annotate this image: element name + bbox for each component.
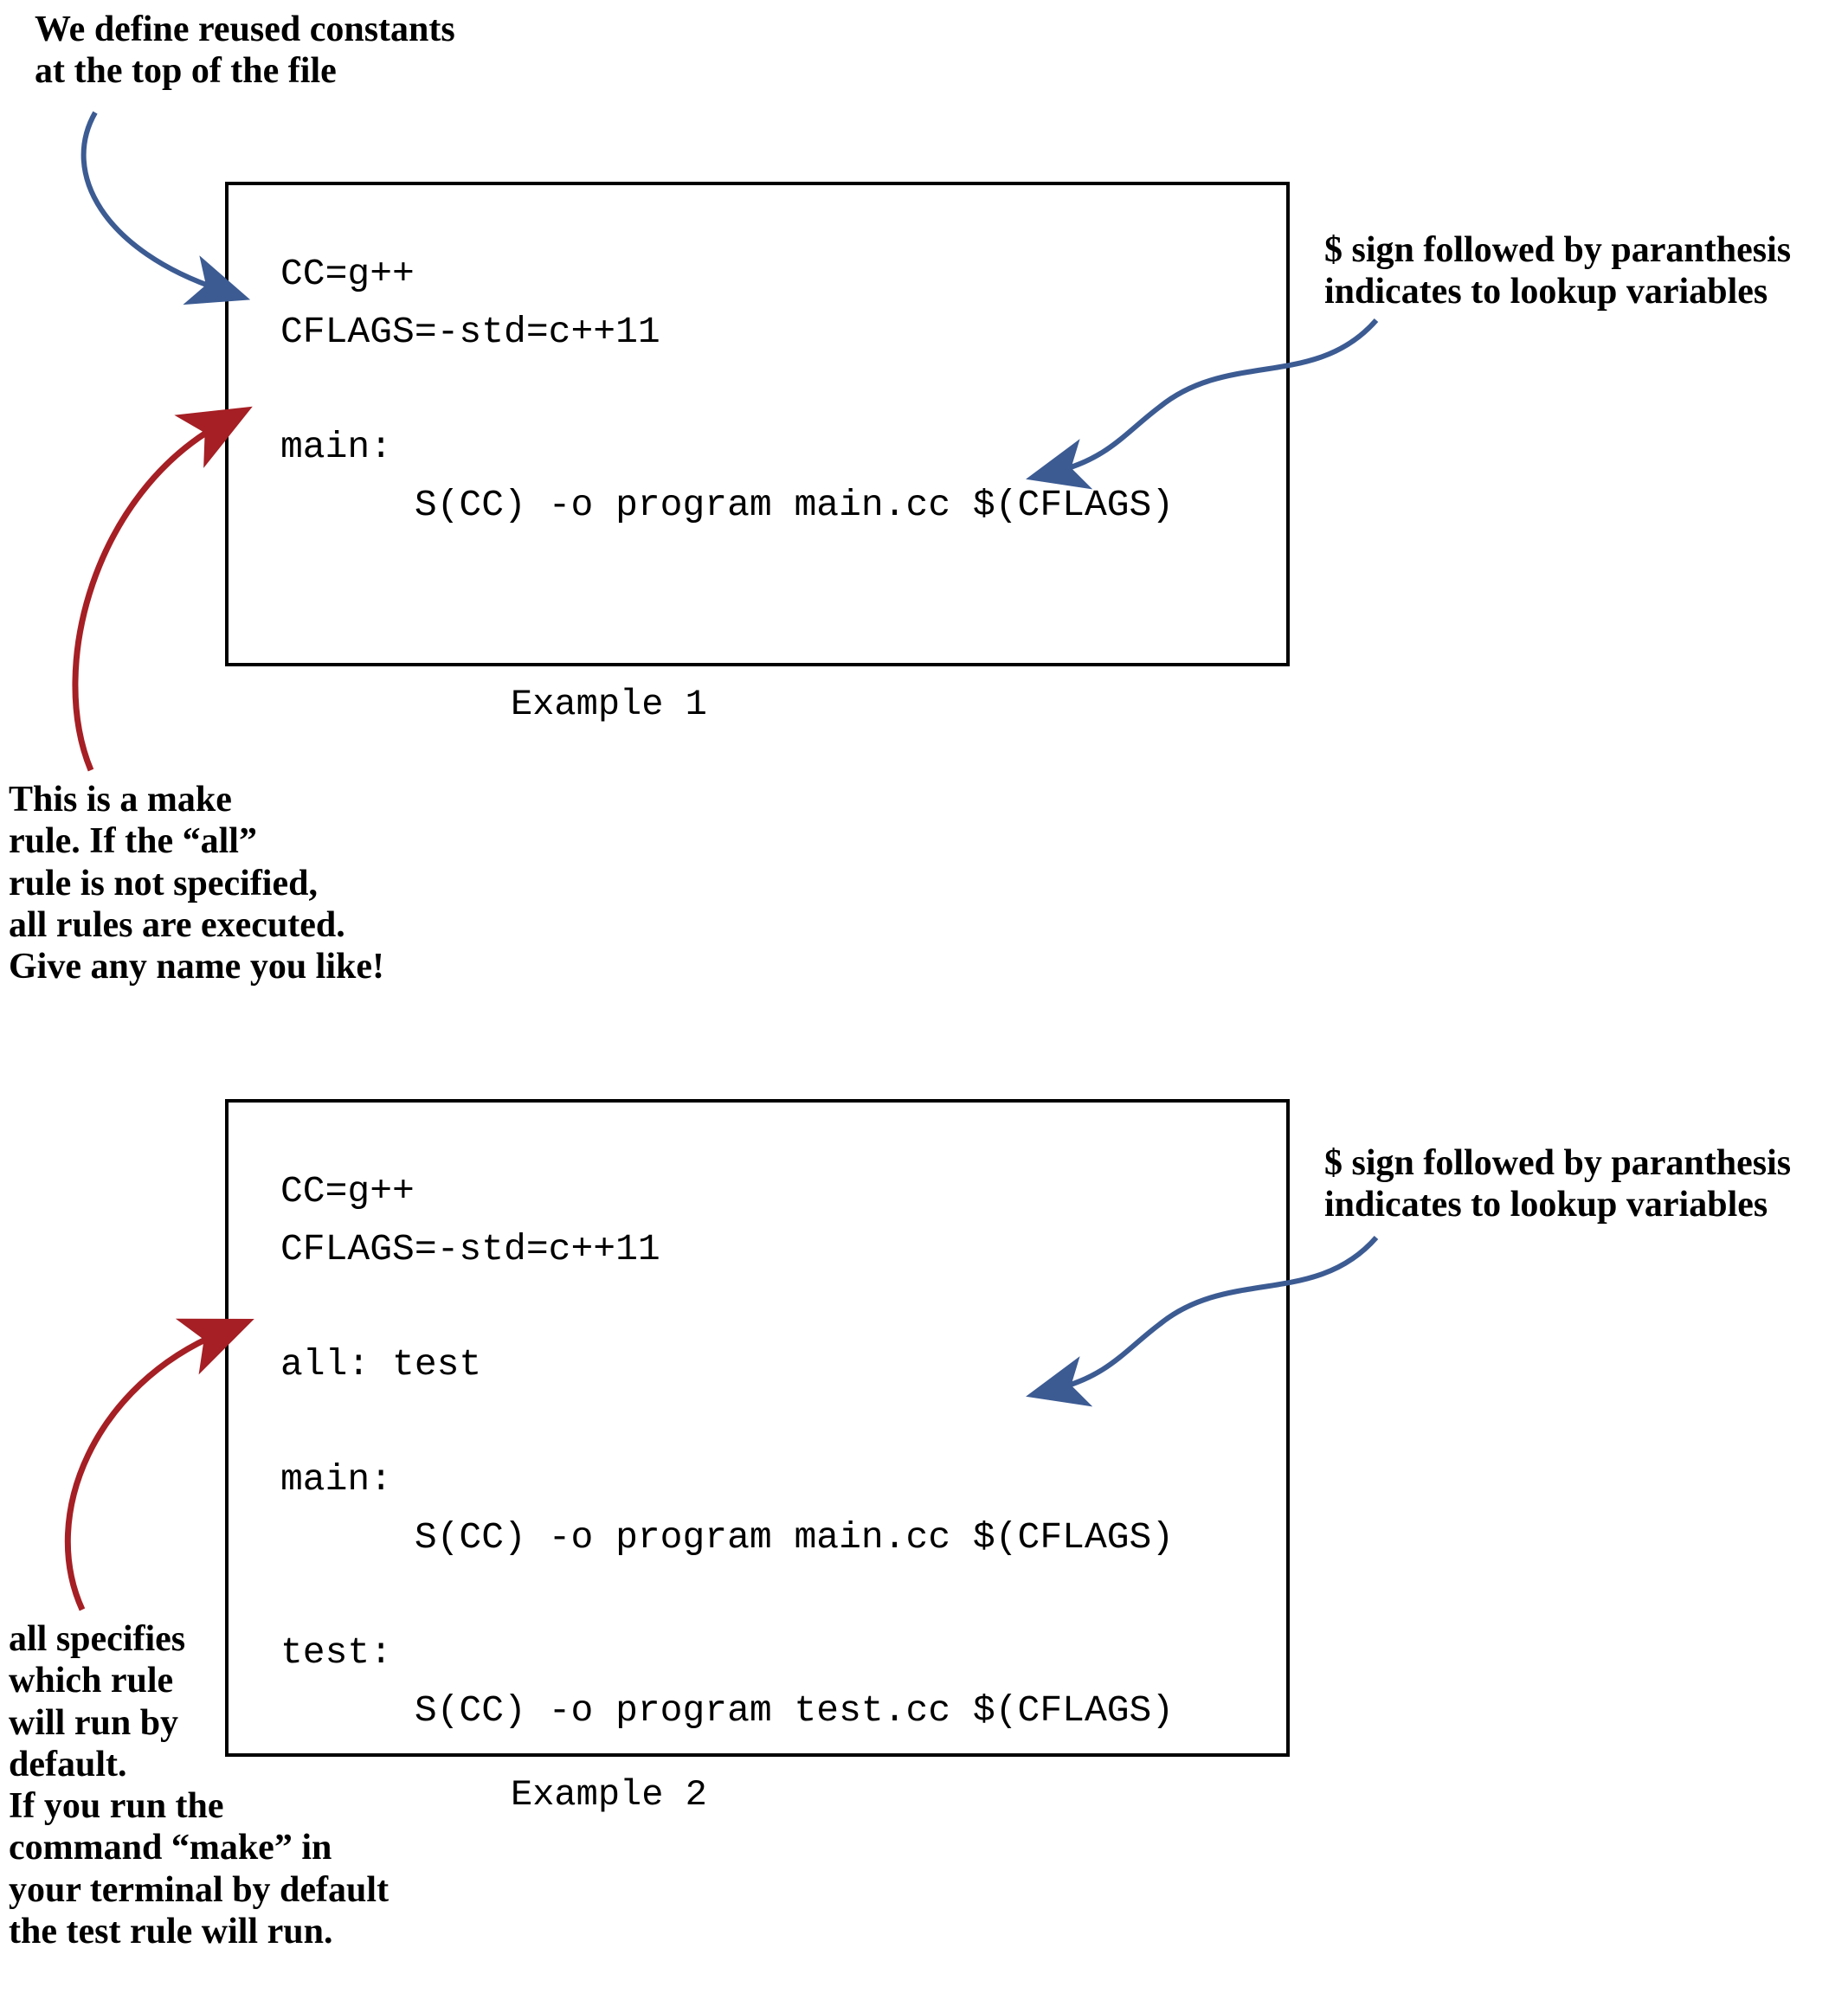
annotation-constants: We define reused constants at the top of…: [35, 9, 455, 93]
code-example2: CC=g++ CFLAGS=-std=c++11 all: test main:…: [280, 1163, 1243, 1739]
annotation-allrule-text: all specifies which rule will run by def…: [9, 1619, 389, 1951]
codebox-example1: CC=g++ CFLAGS=-std=c++11 main: S(CC) -o …: [225, 182, 1290, 666]
caption-example2: Example 2: [511, 1774, 707, 1816]
annotation-allrule: all specifies which rule will run by def…: [9, 1618, 389, 1952]
code-example1: CC=g++ CFLAGS=-std=c++11 main: S(CC) -o …: [280, 246, 1243, 534]
annotation-dollar1-text: $ sign followed by paranthesis indicates…: [1324, 230, 1791, 312]
annotation-dollar2: $ sign followed by paranthesis indicates…: [1324, 1142, 1791, 1226]
annotation-makerule-text: This is a make rule. If the “all” rule i…: [9, 780, 384, 987]
caption-example1: Example 1: [511, 684, 707, 725]
annotation-constants-text: We define reused constants at the top of…: [35, 10, 455, 91]
annotation-dollar2-text: $ sign followed by paranthesis indicates…: [1324, 1143, 1791, 1225]
annotation-makerule: This is a make rule. If the “all” rule i…: [9, 779, 384, 987]
annotation-dollar1: $ sign followed by paranthesis indicates…: [1324, 229, 1791, 313]
